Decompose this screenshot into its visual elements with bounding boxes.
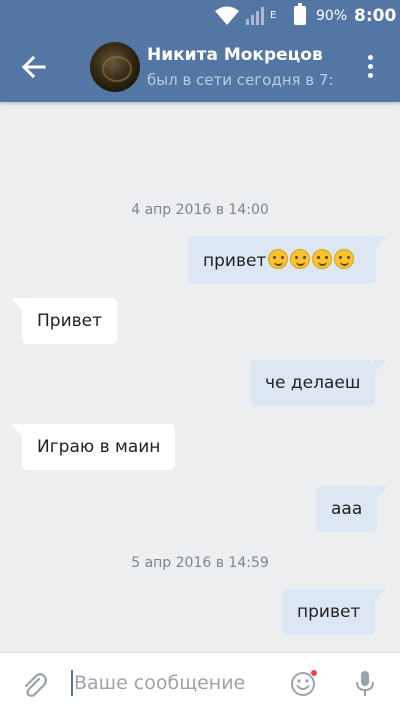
- date-separator: 5 апр 2016 в 14:59: [131, 555, 269, 571]
- message-list[interactable]: 4 апр 2016 в 14:00 привет Привет че дела…: [0, 102, 400, 652]
- battery-icon: [294, 3, 306, 25]
- status-bar: E 90% 8:00: [0, 0, 400, 32]
- wifi-icon: [215, 6, 239, 25]
- outgoing-message[interactable]: ааа: [316, 486, 389, 532]
- battery-percent: 90%: [316, 8, 348, 24]
- outgoing-message[interactable]: че делаеш: [250, 360, 387, 406]
- avatar[interactable]: [90, 42, 140, 92]
- message-composer: [0, 652, 400, 712]
- smile-emoji-icon: [290, 249, 311, 269]
- last-seen-status: был в сети сегодня в 7:: [147, 71, 334, 89]
- message-text: Привет: [37, 311, 103, 331]
- message-input[interactable]: [74, 665, 274, 701]
- paperclip-icon[interactable]: [20, 670, 48, 700]
- smile-emoji-icon: [268, 249, 289, 269]
- back-arrow-icon[interactable]: [16, 51, 52, 83]
- clock: 8:00: [354, 6, 397, 26]
- smile-emoji-icon: [312, 249, 333, 269]
- contact-name[interactable]: Никита Мокрецов: [147, 45, 323, 65]
- incoming-message[interactable]: Привет: [10, 298, 118, 344]
- signal-icon: [246, 7, 264, 25]
- outgoing-message[interactable]: привет: [282, 589, 387, 635]
- message-text: ааа: [331, 499, 363, 519]
- emoji-icon[interactable]: [290, 669, 318, 697]
- text-cursor: [71, 670, 73, 696]
- chat-header: Никита Мокрецов был в сети сегодня в 7:: [0, 32, 400, 102]
- message-text: привет: [297, 602, 361, 622]
- network-type: E: [270, 10, 277, 21]
- message-text: Играю в маин: [37, 437, 161, 457]
- date-separator: 4 апр 2016 в 14:00: [131, 202, 269, 218]
- more-vertical-icon[interactable]: [358, 52, 382, 82]
- notification-dot: [310, 669, 318, 677]
- outgoing-message[interactable]: привет: [188, 236, 387, 284]
- smile-emoji-icon: [334, 249, 355, 269]
- incoming-message[interactable]: Играю в маин: [10, 424, 176, 470]
- message-text: че делаеш: [265, 373, 361, 393]
- message-text: привет: [203, 251, 267, 271]
- microphone-icon[interactable]: [354, 669, 376, 699]
